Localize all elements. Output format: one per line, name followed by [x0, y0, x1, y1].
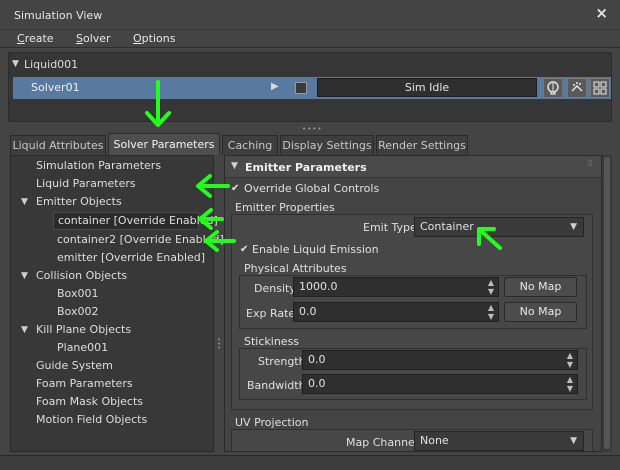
tab-render-settings[interactable]: Render Settings	[376, 135, 468, 155]
expand-caret-icon[interactable]: ▼	[21, 325, 28, 335]
solver-outliner: ▼ Liquid001 Solver01 ▶ Sim Idle	[8, 52, 612, 122]
bandwidth-label: Bandwidth	[247, 379, 306, 392]
tree-item-plane001[interactable]: Plane001	[57, 341, 108, 359]
bandwidth-input[interactable]: 0.0 ▲ ▼	[302, 374, 578, 394]
physical-attributes-title: Physical Attributes	[244, 262, 347, 275]
bandwidth-value: 0.0	[308, 377, 326, 390]
expand-caret-icon[interactable]: ▼	[12, 59, 19, 69]
tab-solver-parameters[interactable]: Solver Parameters	[108, 133, 220, 155]
map-channel-value: None	[420, 434, 449, 447]
window-titlebar: Simulation View ×	[0, 0, 620, 30]
exp-rate-value: 0.0	[299, 305, 317, 318]
map-channel-label: Map Channel	[346, 436, 418, 449]
tree-item-container[interactable]: container [Override Enabled]	[53, 212, 218, 230]
tab-liquid-attributes[interactable]: Liquid Attributes	[10, 135, 106, 155]
expand-caret-icon[interactable]: ▼	[21, 271, 28, 281]
expand-caret-icon[interactable]: ▼	[21, 197, 28, 207]
solver-name: Solver01	[31, 81, 80, 94]
panel-scrollbar[interactable]	[602, 155, 612, 452]
brain-icon[interactable]	[543, 78, 563, 98]
outliner-solver-row[interactable]: Solver01 ▶ Sim Idle	[13, 77, 611, 99]
menubar: Create Solver Options	[0, 30, 620, 48]
density-value: 1000.0	[299, 280, 338, 293]
close-icon[interactable]: ×	[595, 6, 608, 21]
rollout-header[interactable]: ▼ Emitter Parameters ⠿	[225, 156, 601, 178]
spinner-icon[interactable]: ▲ ▼	[567, 351, 573, 369]
tab-bar: Liquid Attributes Solver Parameters Cach…	[8, 133, 612, 155]
grip-icon: ⠿	[587, 159, 593, 168]
tree-item-motion-field-objects[interactable]: Motion Field Objects	[36, 413, 147, 431]
liquid-name: Liquid001	[24, 58, 79, 71]
exp-rate-label: Exp Rate	[246, 307, 296, 320]
tree-item-guide-system[interactable]: Guide System	[36, 359, 113, 377]
density-map-button[interactable]: No Map	[504, 277, 577, 297]
vertical-splitter[interactable]: • • •	[216, 155, 224, 452]
emit-type-value: Container	[420, 220, 474, 233]
chevron-down-icon: ▼	[570, 436, 577, 446]
strength-input[interactable]: 0.0 ▲ ▼	[302, 350, 578, 370]
enable-emission-checkbox[interactable]: ✔	[240, 244, 248, 255]
strength-label: Strength	[258, 355, 306, 368]
emit-type-dropdown[interactable]: Container ▼	[414, 217, 584, 237]
rollout-title: Emitter Parameters	[245, 161, 367, 174]
density-input[interactable]: 1000.0 ▲ ▼	[293, 277, 499, 297]
tree-item-box001[interactable]: Box001	[57, 287, 98, 305]
override-global-checkbox[interactable]: ✔	[231, 183, 239, 194]
outliner-liquid-row[interactable]: ▼ Liquid001	[9, 56, 611, 74]
menu-options[interactable]: Options	[133, 32, 175, 45]
play-icon[interactable]: ▶	[271, 81, 279, 92]
tree-item-emitter-objects[interactable]: ▼ Emitter Objects	[11, 195, 211, 213]
tree-item-emitter[interactable]: emitter [Override Enabled]	[57, 251, 205, 269]
sim-status-field: Sim Idle	[317, 78, 537, 97]
tree-item-foam-mask-objects[interactable]: Foam Mask Objects	[36, 395, 143, 413]
tree-item-box002[interactable]: Box002	[57, 305, 98, 323]
solver-enable-checkbox[interactable]	[295, 82, 307, 94]
tree-item-label: Emitter Objects	[36, 195, 122, 208]
chevron-down-icon: ▼	[570, 222, 577, 232]
stickiness-title: Stickiness	[244, 335, 300, 348]
scrollbar-thumb[interactable]	[604, 157, 610, 449]
tree-item-label: Collision Objects	[36, 269, 128, 282]
emitter-parameters-panel: ▼ Emitter Parameters ⠿ ✔ Override Global…	[224, 155, 602, 452]
window-title: Simulation View	[14, 9, 103, 22]
tree-item-foam-parameters[interactable]: Foam Parameters	[36, 377, 133, 395]
menu-create[interactable]: Create	[17, 32, 54, 45]
grid-icon[interactable]	[590, 78, 610, 98]
uv-projection-title: UV Projection	[235, 416, 309, 429]
expand-caret-icon[interactable]: ▼	[231, 161, 238, 171]
tab-caching[interactable]: Caching	[222, 135, 278, 155]
tree-item-collision-objects[interactable]: ▼ Collision Objects	[11, 269, 211, 287]
tree-item-simulation-parameters[interactable]: Simulation Parameters	[36, 159, 161, 177]
parameter-tree: Simulation Parameters Liquid Parameters …	[10, 155, 224, 452]
exp-rate-input[interactable]: 0.0 ▲ ▼	[293, 302, 499, 322]
override-global-label: Override Global Controls	[244, 182, 380, 195]
grip-icon: • • •	[217, 336, 222, 352]
tree-item-label: Kill Plane Objects	[36, 323, 132, 336]
emit-type-label: Emit Type	[363, 221, 417, 234]
tab-display-settings[interactable]: Display Settings	[280, 135, 374, 155]
strength-value: 0.0	[308, 353, 326, 366]
spinner-icon[interactable]: ▲ ▼	[567, 375, 573, 393]
enable-emission-label: Enable Liquid Emission	[252, 243, 379, 256]
bottom-strip	[0, 455, 620, 470]
horizontal-splitter[interactable]: ••••	[0, 124, 620, 133]
tree-item-liquid-parameters[interactable]: Liquid Parameters	[36, 177, 136, 195]
map-channel-dropdown[interactable]: None ▼	[414, 431, 584, 451]
tree-item-container2[interactable]: container2 [Override Enabled]	[57, 233, 224, 251]
spinner-icon[interactable]: ▲ ▼	[488, 278, 494, 296]
tree-item-kill-plane-objects[interactable]: ▼ Kill Plane Objects	[11, 323, 211, 341]
emitter-properties-title: Emitter Properties	[235, 201, 335, 214]
sprinkler-icon[interactable]	[567, 78, 587, 98]
grip-icon: ••••	[302, 125, 323, 133]
exp-rate-map-button[interactable]: No Map	[504, 302, 577, 322]
density-label: Density	[254, 282, 296, 295]
menu-solver[interactable]: Solver	[76, 32, 111, 45]
spinner-icon[interactable]: ▲ ▼	[488, 303, 494, 321]
